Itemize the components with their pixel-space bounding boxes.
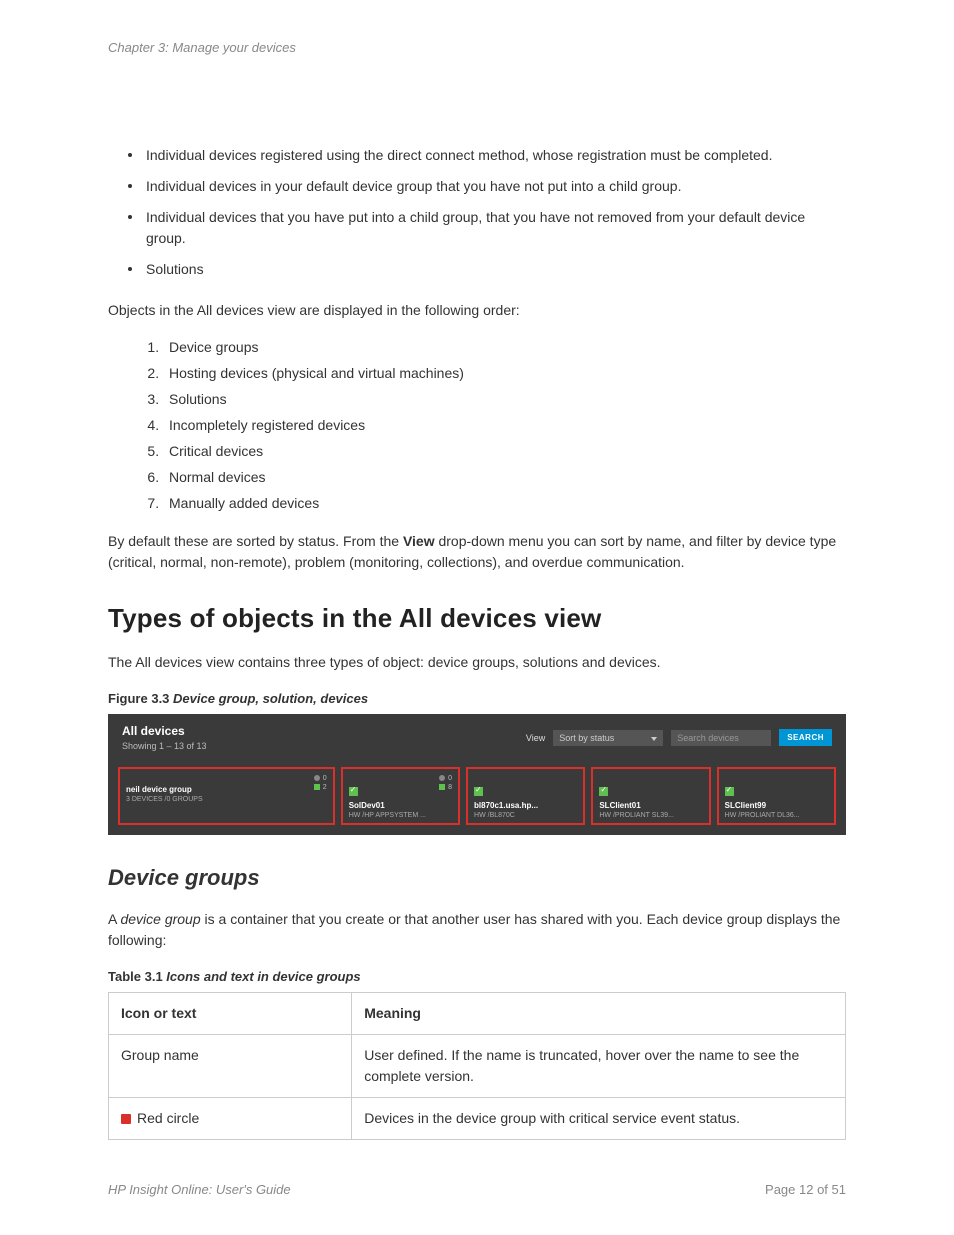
- list-item: Hosting devices (physical and virtual ma…: [163, 365, 846, 381]
- table-header-row: Icon or text Meaning: [109, 993, 846, 1035]
- device-group-card[interactable]: 0 2 neil device group 3 DEVICES /0 GROUPS: [118, 767, 335, 825]
- figure-screenshot: All devices Showing 1 – 13 of 13 View So…: [108, 714, 846, 835]
- card-name: SLClient01: [599, 801, 702, 810]
- list-item: Manually added devices: [163, 495, 846, 511]
- solution-card[interactable]: 0 8 SolDev01 HW /HP APPSYSTEM ...: [341, 767, 460, 825]
- check-icon: [725, 787, 734, 796]
- list-item: Individual devices registered using the …: [128, 145, 846, 166]
- status-count: 0: [439, 775, 452, 782]
- list-item: Individual devices that you have put int…: [128, 207, 846, 249]
- text-run: A: [108, 911, 120, 927]
- status-count: 0: [314, 775, 327, 782]
- table-header: Meaning: [352, 993, 846, 1035]
- figure-title: All devices: [122, 724, 207, 738]
- body-text: The All devices view contains three type…: [108, 652, 846, 673]
- sort-dropdown[interactable]: Sort by status: [553, 730, 663, 746]
- search-button[interactable]: SEARCH: [779, 729, 832, 746]
- text-bold: View: [403, 533, 435, 549]
- status-count: 8: [439, 784, 452, 791]
- list-item: Solutions: [163, 391, 846, 407]
- card-subtitle: 3 DEVICES /0 GROUPS: [126, 796, 327, 803]
- view-label: View: [526, 733, 545, 743]
- device-card[interactable]: SLClient01 HW /PROLIANT SL39...: [591, 767, 710, 825]
- caption-title: Device group, solution, devices: [173, 691, 368, 706]
- text-italic: device group: [120, 911, 200, 927]
- device-card[interactable]: SLClient99 HW /PROLIANT DL36...: [717, 767, 836, 825]
- list-item: Incompletely registered devices: [163, 417, 846, 433]
- body-text: A device group is a container that you c…: [108, 909, 846, 951]
- check-icon: [349, 787, 358, 796]
- caption-number: Figure 3.3: [108, 691, 173, 706]
- check-icon: [599, 787, 608, 796]
- page-footer: HP Insight Online: User's Guide Page 12 …: [108, 1182, 846, 1197]
- list-item: Individual devices in your default devic…: [128, 176, 846, 197]
- table-row: Red circle Devices in the device group w…: [109, 1098, 846, 1140]
- footer-title: HP Insight Online: User's Guide: [108, 1182, 291, 1197]
- card-name: SLClient99: [725, 801, 828, 810]
- card-subtitle: HW /BL870C: [474, 812, 577, 819]
- chapter-header: Chapter 3: Manage your devices: [108, 40, 846, 55]
- table-caption: Table 3.1 Icons and text in device group…: [108, 969, 846, 984]
- card-subtitle: HW /PROLIANT SL39...: [599, 812, 702, 819]
- check-icon: [474, 787, 483, 796]
- icons-table: Icon or text Meaning Group name User def…: [108, 992, 846, 1140]
- bullet-list-1: Individual devices registered using the …: [128, 145, 846, 280]
- figure-caption: Figure 3.3 Device group, solution, devic…: [108, 691, 846, 706]
- table-cell: Devices in the device group with critica…: [352, 1098, 846, 1140]
- ordered-list-1: Device groups Hosting devices (physical …: [148, 339, 846, 511]
- table-cell: Group name: [109, 1035, 352, 1098]
- card-name: SolDev01: [349, 801, 452, 810]
- list-item: Solutions: [128, 259, 846, 280]
- caption-number: Table 3.1: [108, 969, 166, 984]
- text-run: By default these are sorted by status. F…: [108, 533, 403, 549]
- list-item: Critical devices: [163, 443, 846, 459]
- subsection-heading: Device groups: [108, 865, 846, 891]
- table-cell: User defined. If the name is truncated, …: [352, 1035, 846, 1098]
- status-count: 2: [314, 784, 327, 791]
- card-subtitle: HW /HP APPSYSTEM ...: [349, 812, 452, 819]
- body-text: By default these are sorted by status. F…: [108, 531, 846, 573]
- red-circle-icon: [121, 1114, 131, 1124]
- page-number: Page 12 of 51: [765, 1182, 846, 1197]
- text-run: is a container that you create or that a…: [108, 911, 840, 948]
- table-cell: Red circle: [109, 1098, 352, 1140]
- icon-label: Red circle: [137, 1110, 199, 1126]
- section-heading: Types of objects in the All devices view: [108, 603, 846, 634]
- card-subtitle: HW /PROLIANT DL36...: [725, 812, 828, 819]
- list-item: Normal devices: [163, 469, 846, 485]
- caption-title: Icons and text in device groups: [166, 969, 360, 984]
- device-card[interactable]: bl870c1.usa.hp... HW /BL870C: [466, 767, 585, 825]
- table-row: Group name User defined. If the name is …: [109, 1035, 846, 1098]
- body-text: Objects in the All devices view are disp…: [108, 300, 846, 321]
- card-name: bl870c1.usa.hp...: [474, 801, 577, 810]
- table-header: Icon or text: [109, 993, 352, 1035]
- list-item: Device groups: [163, 339, 846, 355]
- search-input[interactable]: Search devices: [671, 730, 771, 746]
- figure-subtitle: Showing 1 – 13 of 13: [122, 741, 207, 751]
- card-name: neil device group: [126, 785, 327, 794]
